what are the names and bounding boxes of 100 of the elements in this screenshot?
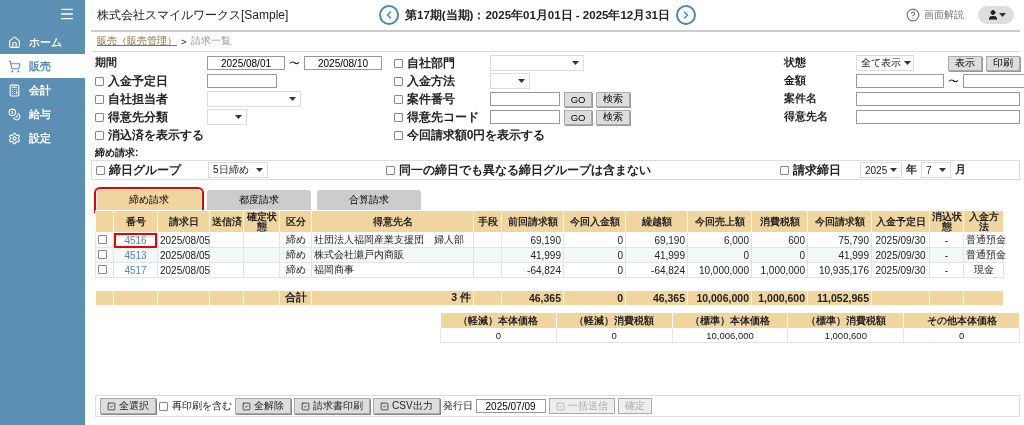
filter-label: 金額 (784, 74, 807, 88)
filter-label: 請求締日 (793, 161, 841, 179)
column-header: 得意先名 (311, 210, 474, 233)
select-all-button[interactable]: 全選択 (100, 398, 156, 414)
action-button[interactable]: 表示 (948, 55, 982, 71)
column-header: 消費税額 (751, 210, 808, 233)
date-input[interactable] (856, 74, 944, 88)
select-field[interactable] (207, 91, 301, 107)
select-field[interactable] (207, 109, 247, 125)
checkbox-icon (242, 401, 251, 411)
table-cell: 0 (440, 328, 557, 343)
table-cell: 0 (556, 328, 673, 343)
help-icon (906, 8, 920, 22)
home-icon (8, 35, 21, 49)
select-field[interactable]: 全て表示 (856, 55, 914, 71)
total-value: 46,365 (501, 290, 564, 306)
next-button[interactable] (676, 5, 696, 25)
column-header: （標準）本体価格 (672, 312, 788, 329)
total-count: 3 件 (311, 290, 474, 306)
total-value: 10,006,000 (687, 290, 752, 306)
breadcrumb-link[interactable]: 販売（販売管理） (97, 35, 177, 48)
menu-icon[interactable] (59, 6, 75, 22)
column-header: 番号 (113, 210, 158, 233)
filter-label: 状態 (784, 56, 807, 70)
filter-label: 案件名 (784, 92, 818, 106)
checkbox[interactable] (95, 130, 104, 140)
text-input[interactable] (489, 92, 560, 106)
checkbox[interactable] (393, 94, 403, 104)
checkbox[interactable] (98, 249, 107, 259)
user-menu-button[interactable] (978, 6, 1014, 24)
date-input[interactable]: 2025/07/09 (475, 399, 546, 413)
total-label: 合計 (279, 290, 312, 306)
text-input[interactable] (489, 110, 560, 124)
column-header: 繰越額 (625, 210, 688, 233)
caret-icon (904, 61, 911, 65)
checkbox-icon (107, 401, 116, 411)
column-header: その他本体価格 (903, 312, 1020, 329)
column-header: 手段 (473, 210, 502, 233)
checkbox[interactable] (95, 112, 104, 122)
checkbox[interactable] (780, 165, 789, 175)
filter-label: 案件番号 (406, 90, 455, 108)
column-header: 入金予定日 (871, 210, 930, 233)
tilde-text: 〜 (289, 55, 300, 71)
checkbox[interactable] (393, 112, 403, 122)
toolbar-button[interactable]: 請求書印刷 (294, 398, 370, 414)
caret-icon (890, 168, 898, 172)
checkbox[interactable] (393, 58, 403, 68)
checkbox[interactable] (386, 165, 395, 175)
date-input[interactable]: 2025/08/10 (304, 56, 382, 70)
tab[interactable]: 合算請求 (317, 190, 421, 210)
filter-label: 得意先名 (784, 110, 829, 124)
search-button[interactable]: 検索 (596, 109, 631, 125)
previous-button[interactable] (379, 5, 399, 25)
year-label: 年 (906, 163, 917, 177)
coins-icon (8, 107, 21, 121)
select-field[interactable]: 2025 (860, 162, 902, 178)
caret-icon (235, 115, 242, 119)
checkbox[interactable] (393, 130, 403, 140)
filter-label: 同一の締日でも異なる締日グループは含まない (399, 161, 651, 179)
settings-icon (8, 131, 21, 145)
text-input[interactable] (207, 74, 277, 88)
search-button[interactable]: 検索 (596, 91, 631, 107)
date-input[interactable]: 2025/08/01 (207, 56, 285, 70)
checkbox[interactable] (95, 76, 104, 86)
tab[interactable]: 締め請求 (97, 190, 201, 210)
toolbar-button[interactable]: 全解除 (235, 398, 291, 414)
tab[interactable]: 都度請求 (207, 190, 311, 210)
checkbox-icon (380, 401, 389, 411)
sidebar-item[interactable]: 販売 (0, 54, 85, 78)
text-input[interactable] (856, 110, 1020, 124)
calculator-icon (8, 83, 21, 97)
checkbox[interactable] (393, 76, 403, 86)
select-field[interactable] (489, 55, 584, 71)
column-header: 前回請求額 (501, 210, 564, 233)
period-text: 第17期(当期)：2025年01月01日 - 2025年12月31日 (405, 7, 670, 23)
column-header: （軽減）本体価格 (440, 312, 557, 329)
select-field[interactable] (489, 73, 530, 89)
table-cell: 0 (903, 328, 1020, 343)
text-input[interactable] (856, 92, 1020, 106)
search-button[interactable]: GO (563, 91, 593, 107)
checkbox[interactable] (159, 401, 168, 411)
checkbox[interactable] (96, 165, 105, 175)
filter-label: 消込済を表示する (108, 126, 204, 144)
filter-label: 自社部門 (406, 54, 455, 72)
checkbox[interactable] (95, 94, 104, 104)
checkbox[interactable] (98, 234, 107, 244)
search-button[interactable]: GO (563, 109, 593, 125)
checkbox-icon (301, 401, 310, 411)
action-button[interactable]: 印刷 (986, 55, 1020, 71)
caret-icon (256, 168, 263, 172)
toolbar-button[interactable]: CSV出力 (373, 398, 440, 414)
column-header: （軽減）消費税額 (556, 312, 673, 329)
select-field[interactable]: 5日締め (208, 162, 268, 178)
help-link[interactable]: 画面解説 (906, 8, 964, 22)
breadcrumb-separator: > (181, 36, 187, 47)
column-header: 今回売上額 (687, 210, 752, 233)
checkbox[interactable] (98, 264, 107, 274)
tilde-text: 〜 (948, 73, 959, 89)
total-value: 11,052,965 (807, 290, 872, 306)
select-field[interactable]: 7 (921, 162, 951, 178)
